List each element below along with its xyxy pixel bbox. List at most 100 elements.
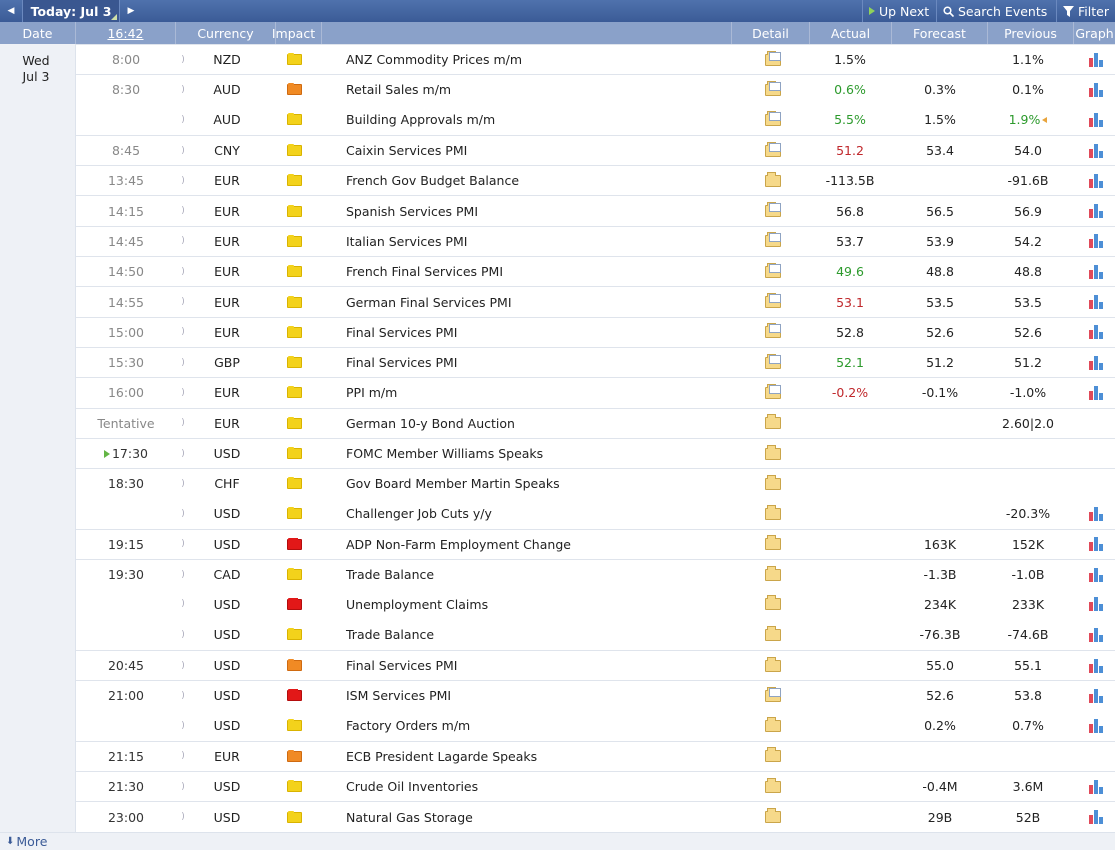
sound-alert-icon[interactable]: ): [176, 498, 190, 528]
detail-cell[interactable]: [759, 166, 786, 195]
detail-folder-icon[interactable]: [764, 444, 781, 460]
event-title[interactable]: ANZ Commodity Prices m/m: [346, 45, 746, 74]
bar-chart-icon[interactable]: [1089, 325, 1105, 340]
table-row[interactable]: ) AUD Building Approvals m/m 5.5% 1.5% 1.9%: [76, 104, 1115, 135]
sound-alert-icon[interactable]: ): [176, 469, 190, 498]
detail-cell[interactable]: [759, 378, 786, 407]
detail-folder-icon[interactable]: [764, 808, 781, 824]
event-title[interactable]: Retail Sales m/m: [346, 75, 746, 104]
graph-cell[interactable]: [1079, 348, 1115, 377]
detail-folder-icon[interactable]: [764, 716, 781, 732]
detail-cell[interactable]: [759, 75, 786, 104]
graph-cell[interactable]: [1079, 166, 1115, 195]
table-row[interactable]: ) USD Unemployment Claims 234K 233K: [76, 589, 1115, 620]
bar-chart-icon[interactable]: [1089, 173, 1105, 188]
table-row[interactable]: ) USD Challenger Job Cuts y/y -20.3%: [76, 498, 1115, 529]
detail-cell[interactable]: [759, 227, 786, 256]
more-link[interactable]: ⬇ More: [0, 832, 1115, 850]
table-row[interactable]: 15:30) GBP Final Services PMI 52.1 51.2 51.2: [76, 346, 1115, 378]
detail-folder-icon[interactable]: [764, 80, 781, 96]
detail-folder-icon[interactable]: [764, 777, 781, 793]
event-title[interactable]: Italian Services PMI: [346, 227, 746, 256]
detail-cell[interactable]: [759, 711, 786, 741]
sound-alert-icon[interactable]: ): [176, 378, 190, 407]
event-title[interactable]: French Final Services PMI: [346, 257, 746, 286]
detail-folder-icon[interactable]: [764, 595, 781, 611]
detail-cell[interactable]: [759, 287, 786, 316]
bar-chart-icon[interactable]: [1089, 688, 1105, 703]
table-row[interactable]: 14:55) EUR German Final Services PMI 53.1 53…: [76, 286, 1115, 317]
table-row[interactable]: Tentative) EUR German 10-y Bond Auction 2.6…: [76, 407, 1115, 438]
search-events-button[interactable]: Search Events: [936, 0, 1056, 22]
sound-alert-icon[interactable]: ): [176, 530, 190, 559]
event-title[interactable]: ISM Services PMI: [346, 681, 746, 710]
sound-alert-icon[interactable]: ): [176, 166, 190, 195]
bar-chart-icon[interactable]: [1089, 597, 1105, 612]
graph-cell[interactable]: [1079, 318, 1115, 347]
graph-cell[interactable]: [1079, 498, 1115, 528]
detail-cell[interactable]: [759, 772, 786, 801]
sound-alert-icon[interactable]: ): [176, 105, 190, 135]
event-title[interactable]: German Final Services PMI: [346, 287, 746, 316]
event-title[interactable]: Challenger Job Cuts y/y: [346, 498, 746, 528]
detail-cell[interactable]: [759, 802, 786, 831]
graph-cell[interactable]: [1079, 45, 1115, 74]
detail-cell[interactable]: [759, 45, 786, 74]
table-row[interactable]: 21:00) USD ISM Services PMI 52.6 53.8: [76, 680, 1115, 711]
bar-chart-icon[interactable]: [1089, 779, 1105, 794]
table-row[interactable]: 14:45) EUR Italian Services PMI 53.7 53.9 54.…: [76, 225, 1115, 257]
graph-cell[interactable]: [1079, 287, 1115, 316]
detail-folder-icon[interactable]: [764, 323, 781, 339]
graph-cell[interactable]: [1079, 651, 1115, 680]
table-row[interactable]: ) USD Trade Balance -76.3B -74.6B: [76, 619, 1115, 650]
event-title[interactable]: Final Services PMI: [346, 651, 746, 680]
detail-cell[interactable]: [759, 620, 786, 650]
event-title[interactable]: Factory Orders m/m: [346, 711, 746, 741]
table-row[interactable]: 8:30) AUD Retail Sales m/m 0.6% 0.3% 0.1%: [76, 74, 1115, 105]
header-current-time[interactable]: 16:42: [76, 22, 176, 44]
event-title[interactable]: FOMC Member Williams Speaks: [346, 439, 746, 468]
table-row[interactable]: 8:45) CNY Caixin Services PMI 51.2 53.4 54.0: [76, 134, 1115, 166]
detail-folder-icon[interactable]: [764, 474, 781, 490]
today-button[interactable]: Today: Jul 3: [22, 0, 120, 22]
event-title[interactable]: Trade Balance: [346, 560, 746, 589]
event-title[interactable]: Crude Oil Inventories: [346, 772, 746, 801]
graph-cell[interactable]: [1079, 560, 1115, 589]
table-row[interactable]: 19:30) CAD Trade Balance -1.3B -1.0B: [76, 559, 1115, 590]
graph-cell[interactable]: [1079, 136, 1115, 165]
table-row[interactable]: 19:15) USD ADP Non-Farm Employment Change 1…: [76, 528, 1115, 560]
detail-folder-icon[interactable]: [764, 110, 781, 126]
event-title[interactable]: Gov Board Member Martin Speaks: [346, 469, 746, 498]
bar-chart-icon[interactable]: [1089, 295, 1105, 310]
bar-chart-icon[interactable]: [1089, 204, 1105, 219]
sound-alert-icon[interactable]: ): [176, 45, 190, 74]
event-title[interactable]: Final Services PMI: [346, 348, 746, 377]
graph-cell[interactable]: [1079, 530, 1115, 559]
table-row[interactable]: 16:00) EUR PPI m/m -0.2% -0.1% -1.0%: [76, 377, 1115, 408]
table-row[interactable]: 23:00) USD Natural Gas Storage 29B 52B: [76, 801, 1115, 832]
up-next-button[interactable]: Up Next: [862, 0, 936, 22]
event-title[interactable]: PPI m/m: [346, 378, 746, 407]
graph-cell[interactable]: [1079, 196, 1115, 225]
table-row[interactable]: 18:30) CHF Gov Board Member Martin Speaks: [76, 468, 1115, 499]
table-row[interactable]: 13:45) EUR French Gov Budget Balance -113.5…: [76, 165, 1115, 196]
detail-cell[interactable]: [759, 257, 786, 286]
event-title[interactable]: Spanish Services PMI: [346, 196, 746, 225]
bar-chart-icon[interactable]: [1089, 506, 1105, 521]
table-row[interactable]: 21:30) USD Crude Oil Inventories -0.4M 3.6M: [76, 771, 1115, 802]
sound-alert-icon[interactable]: ): [176, 227, 190, 256]
sound-alert-icon[interactable]: ): [176, 802, 190, 831]
sound-alert-icon[interactable]: ): [176, 742, 190, 771]
event-title[interactable]: Natural Gas Storage: [346, 802, 746, 831]
graph-cell[interactable]: [1079, 620, 1115, 650]
graph-cell[interactable]: [1079, 75, 1115, 104]
table-row[interactable]: 21:15) EUR ECB President Lagarde Speaks: [76, 740, 1115, 772]
detail-folder-icon[interactable]: [764, 202, 781, 218]
sound-alert-icon[interactable]: ): [176, 651, 190, 680]
detail-cell[interactable]: [759, 742, 786, 771]
detail-cell[interactable]: [759, 530, 786, 559]
sound-alert-icon[interactable]: ): [176, 257, 190, 286]
bar-chart-icon[interactable]: [1089, 234, 1105, 249]
detail-cell[interactable]: [759, 589, 786, 619]
event-title[interactable]: Unemployment Claims: [346, 589, 746, 619]
